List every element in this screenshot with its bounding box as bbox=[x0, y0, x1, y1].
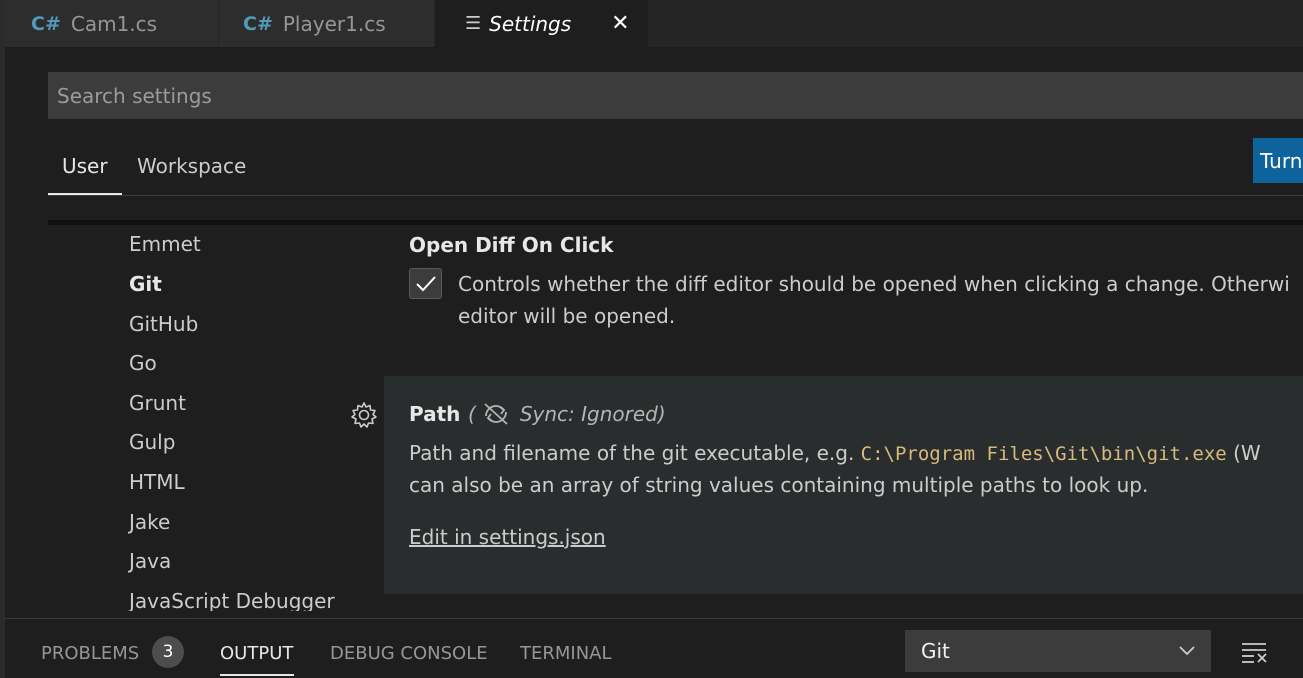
active-panel-underline bbox=[220, 674, 294, 676]
sync-ignored-text: Sync: Ignored) bbox=[519, 402, 666, 426]
toc-item-jake[interactable]: Jake bbox=[129, 510, 170, 534]
problems-count-badge: 3 bbox=[152, 636, 184, 668]
open-diff-checkbox[interactable] bbox=[409, 268, 442, 299]
toc-item-github[interactable]: GitHub bbox=[129, 312, 198, 336]
path-desc-post: (W bbox=[1226, 441, 1261, 465]
sync-open-paren: ( bbox=[468, 402, 476, 426]
toc-item-gulp[interactable]: Gulp bbox=[129, 430, 175, 454]
toc-item-javascript-debugger[interactable]: JavaScript Debugger bbox=[129, 589, 335, 611]
search-box bbox=[48, 72, 1303, 119]
chevron-down-icon bbox=[1179, 646, 1195, 656]
setting-desc-path: Path and filename of the git executable,… bbox=[409, 437, 1261, 470]
gear-icon[interactable] bbox=[350, 401, 378, 429]
tab-workspace[interactable]: Workspace bbox=[137, 154, 246, 178]
tab-label: Player1.cs bbox=[282, 11, 386, 36]
search-input[interactable] bbox=[48, 72, 1303, 119]
setting-desc-path-line2: can also be an array of string values co… bbox=[409, 473, 1149, 497]
toc-item-go[interactable]: Go bbox=[129, 351, 157, 375]
scope-tabs: User Workspace bbox=[48, 140, 1303, 196]
sync-ignored-label: ( Sync: Ignored) bbox=[468, 402, 666, 426]
toc-item-html[interactable]: HTML bbox=[129, 470, 185, 494]
setting-title-path: Path bbox=[409, 402, 461, 426]
toc-item-git[interactable]: Git bbox=[129, 272, 162, 296]
csharp-file-icon: C# bbox=[243, 12, 273, 35]
editor-tab-bar: C# Cam1.cs C# Player1.cs ☰ Settings ✕ bbox=[5, 0, 1303, 47]
tab-terminal[interactable]: TERMINAL bbox=[520, 643, 612, 664]
checkmark-icon bbox=[415, 275, 436, 291]
left-edge-strip bbox=[0, 0, 5, 678]
sync-ignored-icon bbox=[484, 403, 508, 425]
path-example-code: C:\Program Files\Git\bin\git.exe bbox=[860, 443, 1227, 465]
active-tab-underline bbox=[48, 193, 122, 195]
close-icon[interactable]: ✕ bbox=[611, 11, 629, 36]
setting-title-open-diff: Open Diff On Click bbox=[409, 233, 614, 257]
output-channel-select[interactable]: Git bbox=[905, 630, 1211, 672]
settings-lines-icon: ☰ bbox=[465, 13, 482, 34]
clear-output-icon[interactable] bbox=[1240, 640, 1268, 664]
csharp-file-icon: C# bbox=[31, 12, 61, 35]
bottom-panel: PROBLEMS 3 OUTPUT DEBUG CONSOLE TERMINAL… bbox=[5, 618, 1303, 678]
turn-on-sync-button[interactable]: Turn bbox=[1253, 138, 1303, 183]
tab-user[interactable]: User bbox=[62, 154, 108, 178]
toc-item-emmet[interactable]: Emmet bbox=[129, 232, 201, 256]
tab-debug-console[interactable]: DEBUG CONSOLE bbox=[330, 643, 488, 664]
settings-toc: Emmet Git GitHub Go Grunt Gulp HTML Jake… bbox=[48, 225, 378, 611]
tab-player1[interactable]: C# Player1.cs bbox=[219, 0, 435, 47]
setting-desc-open-diff-line2: editor will be opened. bbox=[458, 304, 676, 328]
tab-cam1[interactable]: C# Cam1.cs bbox=[5, 0, 219, 47]
tab-problems[interactable]: PROBLEMS bbox=[41, 643, 139, 664]
tab-output[interactable]: OUTPUT bbox=[220, 643, 293, 664]
path-desc-text: Path and filename of the git executable,… bbox=[409, 441, 861, 465]
setting-desc-open-diff: Controls whether the diff editor should … bbox=[458, 272, 1290, 296]
tab-settings[interactable]: ☰ Settings ✕ bbox=[435, 0, 649, 47]
tab-label: Settings bbox=[489, 11, 572, 36]
toc-item-java[interactable]: Java bbox=[129, 549, 171, 573]
output-channel-value: Git bbox=[921, 639, 950, 663]
edit-in-settings-json-link[interactable]: Edit in settings.json bbox=[409, 525, 606, 549]
tab-label: Cam1.cs bbox=[70, 11, 158, 36]
toc-item-grunt[interactable]: Grunt bbox=[129, 391, 186, 415]
